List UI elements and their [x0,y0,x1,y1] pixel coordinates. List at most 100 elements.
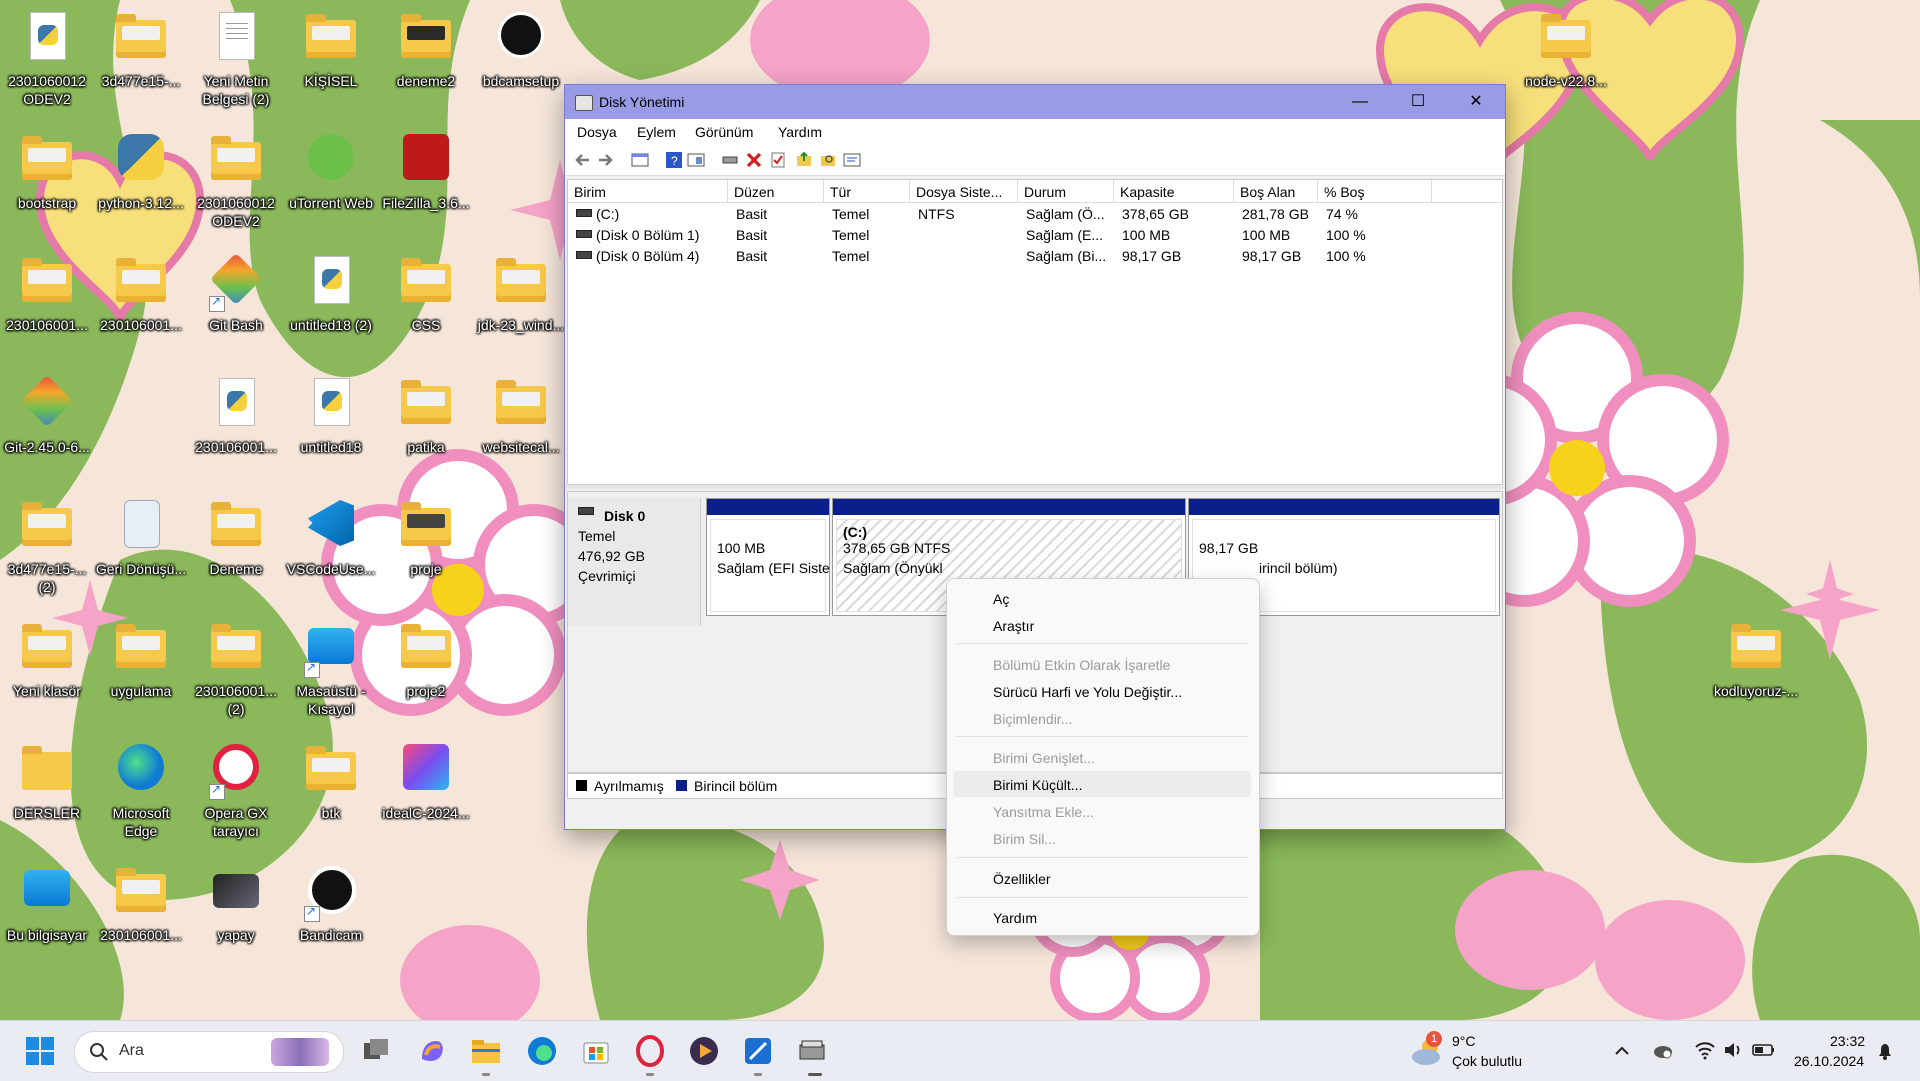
table-row[interactable]: (Disk 0 Bölüm 4) Basit Temel Sağlam (Bi.… [568,246,1502,267]
checkmark-document-icon[interactable] [769,151,787,169]
desktop-icon-folder[interactable]: DERSLER [1,740,93,822]
maximize-button[interactable]: ☐ [1389,85,1447,119]
desktop-icon-proje[interactable]: proje [380,496,472,578]
menu-item-add-mirror[interactable]: Yansıtma Ekle... [993,804,1094,820]
connect-disk-icon[interactable] [721,151,739,169]
desktop-icon-folder[interactable]: uygulama [95,618,187,700]
table-row[interactable]: (Disk 0 Bölüm 1) Basit Temel Sağlam (E..… [568,225,1502,246]
menu-item-help[interactable]: Yardım [993,910,1037,926]
desktop-icon-intellij[interactable]: idealC-2024... [380,740,472,822]
desktop-icon-proje2[interactable]: proje2 [380,618,472,700]
column-header-kapasite[interactable]: Kapasite [1114,180,1234,202]
desktop-icon-folder[interactable]: jdk-23_wind... [475,252,567,334]
back-arrow-icon[interactable] [573,151,591,169]
desktop-icon-folder[interactable]: KİŞİSEL [285,8,377,90]
desktop-icon-folder[interactable]: 3d477e15-... [95,8,187,90]
column-header-durum[interactable]: Durum [1018,180,1114,202]
battery-icon[interactable] [1752,1041,1776,1059]
desktop-icon-python-installer[interactable]: python-3.12... [95,130,187,212]
desktop-icon-folder[interactable]: 230106001... (2) [190,618,282,718]
microsoft-store-icon[interactable] [580,1035,612,1067]
desktop-icon-new-folder[interactable]: Yeni klasör [1,618,93,700]
menu-item-shrink-volume[interactable]: Birimi Küçült... [993,777,1082,793]
menu-item-extend-volume[interactable]: Birimi Genişlet... [993,750,1095,766]
desktop-icon-node-folder[interactable]: node-v22.8... [1520,8,1612,90]
copilot-icon[interactable] [416,1035,448,1067]
desktop-icon-kodluyoruz[interactable]: kodluyoruz-... [1710,618,1802,700]
column-header-duzen[interactable]: Düzen [728,180,824,202]
menu-item-properties[interactable]: Özellikler [993,871,1051,887]
windows-start-icon[interactable] [24,1035,56,1067]
menu-gorunum[interactable]: Görünüm [695,124,753,140]
notification-bell-icon[interactable] [1876,1041,1894,1061]
disk-0-label[interactable]: Disk 0 Temel 476,92 GB Çevrimiçi [568,498,701,626]
minimize-button[interactable]: — [1331,85,1389,119]
opera-gx-taskbar-icon[interactable] [634,1035,666,1067]
desktop-icon-folder[interactable]: 2301060012 ODEV2 [190,130,282,230]
desktop-icon-this-pc[interactable]: Bu bilgisayar [1,862,93,944]
partition-efi[interactable]: 100 MB Sağlam (EFI Siste [706,498,830,616]
media-player-icon[interactable] [688,1035,720,1067]
show-hide-pane-icon[interactable] [687,151,705,169]
close-button[interactable]: ✕ [1447,85,1505,119]
column-header-yuzde-bos[interactable]: % Boş [1318,180,1432,202]
weather-description[interactable]: Çok bulutlu [1452,1053,1522,1069]
properties-icon[interactable] [843,151,861,169]
column-header-bos-alan[interactable]: Boş Alan [1234,180,1318,202]
desktop-icon-folder[interactable]: deneme2 [380,8,472,90]
wifi-icon[interactable] [1694,1039,1716,1061]
desktop-icon-folder[interactable]: 3d477e15-... (2) [1,496,93,596]
menu-item-format[interactable]: Biçimlendir... [993,711,1072,727]
menu-item-ac[interactable]: Aç [993,591,1009,607]
table-row[interactable]: (C:) Basit Temel NTFS Sağlam (Ö... 378,6… [568,204,1502,225]
taskbar-search-box[interactable]: Ara [74,1031,344,1073]
folder-up-icon[interactable] [795,151,813,169]
snipping-tool-icon[interactable] [742,1035,774,1067]
search-folder-icon[interactable] [819,151,837,169]
desktop-icon-folder[interactable]: Deneme [190,496,282,578]
clock-time[interactable]: 23:32 [1830,1033,1865,1049]
desktop-icon-folder[interactable]: btk [285,740,377,822]
pane-splitter[interactable] [565,485,1505,489]
title-bar[interactable]: Disk Yönetimi — ☐ ✕ [565,85,1505,119]
desktop-icon-filezilla[interactable]: FileZilla_3.6... [380,130,472,212]
task-view-icon[interactable] [360,1035,392,1067]
menu-item-change-drive-letter[interactable]: Sürücü Harfi ve Yolu Değiştir... [993,684,1182,700]
clock-date[interactable]: 26.10.2024 [1794,1053,1864,1069]
desktop-icon-folder[interactable]: websitecal... [475,374,567,456]
file-explorer-icon[interactable] [470,1035,502,1067]
desktop-icon-yapay[interactable]: yapay [190,862,282,944]
desktop-icon-bdcamsetup[interactable]: bdcamsetup [475,8,567,90]
volume-list[interactable]: Birim Düzen Tür Dosya Siste... Durum Kap… [567,179,1503,485]
desktop-icon-opera-gx[interactable]: Opera GX tarayıcı [190,740,282,840]
desktop-icon-textfile[interactable]: Yeni Metin Belgesi (2) [190,8,282,108]
chevron-up-icon[interactable] [1614,1043,1630,1057]
desktop-icon-git-installer[interactable]: Git-2.45.0-6... [1,374,93,456]
desktop-icon-folder[interactable]: bootstrap [1,130,93,212]
desktop-icon-recycle-bin[interactable]: Geri Dönüşü... [95,496,187,578]
menu-dosya[interactable]: Dosya [577,124,617,140]
help-icon[interactable]: ? [665,151,683,169]
desktop-icon-css[interactable]: CSS [380,252,472,334]
desktop-icon-folder[interactable]: 230106001... [95,252,187,334]
column-header-dosya-sistemi[interactable]: Dosya Siste... [910,180,1018,202]
menu-item-delete-volume[interactable]: Birim Sil... [993,831,1056,847]
desktop-icon-edge[interactable]: Microsoft Edge [95,740,187,840]
desktop-icon-patika[interactable]: patika [380,374,472,456]
menu-item-mark-active[interactable]: Bölümü Etkin Olarak İşaretle [993,657,1170,673]
volume-icon[interactable] [1722,1039,1744,1061]
forward-arrow-icon[interactable] [597,151,615,169]
console-tree-icon[interactable] [631,151,649,169]
desktop-icon-pyfile[interactable]: 2301060012 ODEV2 [1,8,93,108]
delete-x-icon[interactable] [745,151,763,169]
disk-management-taskbar-icon[interactable] [796,1035,828,1067]
menu-item-arastir[interactable]: Araştır [993,618,1034,634]
desktop-icon-bandicam[interactable]: Bandicam [285,862,377,944]
desktop-icon-pyfile[interactable]: untitled18 [285,374,377,456]
desktop-icon-pyfile[interactable]: 230106001... [190,374,282,456]
column-header-tur[interactable]: Tür [824,180,910,202]
desktop-icon-vscode[interactable]: VSCodeUse... [285,496,377,578]
desktop-icon-folder[interactable]: 230106001... [1,252,93,334]
menu-eylem[interactable]: Eylem [637,124,676,140]
desktop-icon-git-bash[interactable]: Git Bash [190,252,282,334]
